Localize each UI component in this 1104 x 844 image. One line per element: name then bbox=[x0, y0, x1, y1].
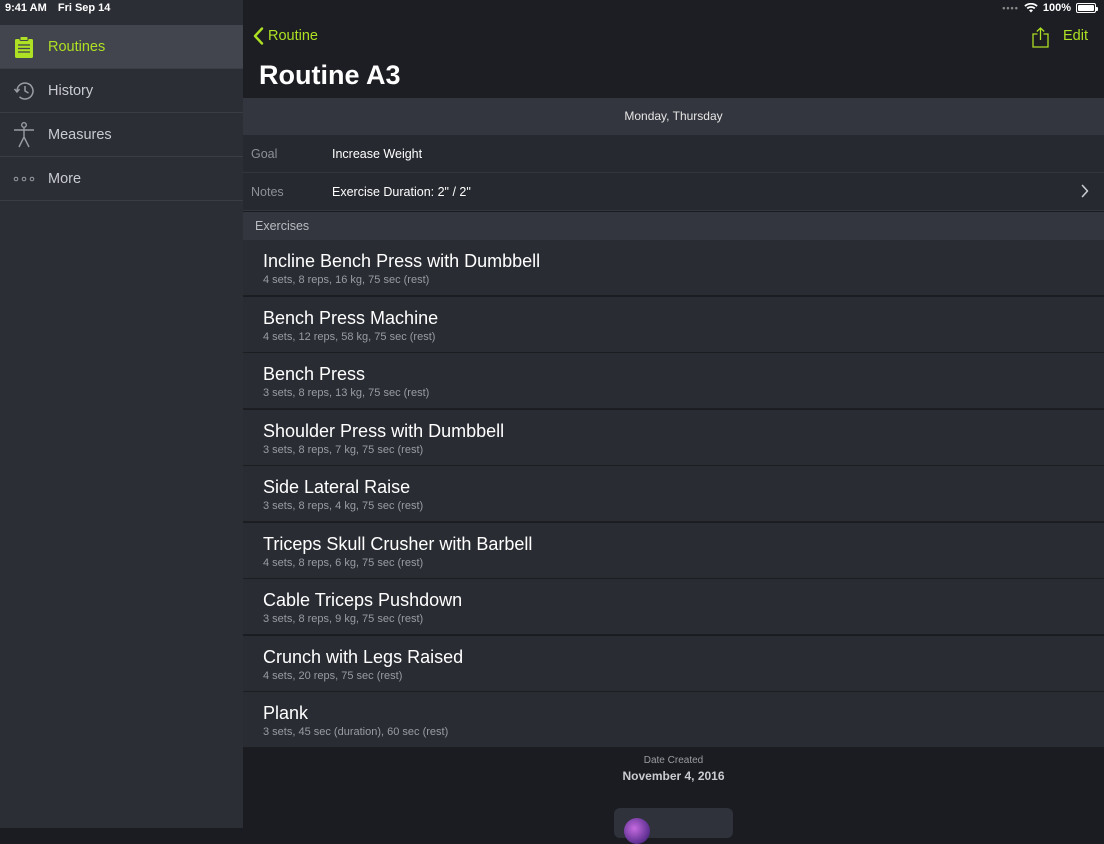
sidebar-item-label: Measures bbox=[48, 126, 112, 143]
goal-value: Increase Weight bbox=[332, 146, 423, 161]
sidebar-item-label: Routines bbox=[48, 38, 106, 55]
signal-dots-icon: •••• bbox=[1002, 3, 1019, 13]
notes-row[interactable]: Notes Exercise Duration: 2" / 2" bbox=[243, 173, 1104, 211]
exercise-detail: 3 sets, 8 reps, 7 kg, 75 sec (rest) bbox=[263, 443, 424, 456]
exercise-row[interactable]: Incline Bench Press with Dumbbell 4 sets… bbox=[243, 240, 1104, 296]
exercise-row[interactable]: Triceps Skull Crusher with Barbell 4 set… bbox=[243, 522, 1104, 579]
exercise-name: Side Lateral Raise bbox=[263, 477, 411, 497]
exercise-name: Shoulder Press with Dumbbell bbox=[263, 420, 505, 441]
exercise-row[interactable]: Plank 3 sets, 45 sec (duration), 60 sec … bbox=[243, 692, 1104, 748]
goal-row: Goal Increase Weight bbox=[243, 135, 1104, 173]
back-button[interactable]: Routine bbox=[253, 27, 318, 45]
goal-label: Goal bbox=[251, 146, 278, 161]
exercise-name: Crunch with Legs Raised bbox=[263, 646, 464, 667]
exercise-name: Incline Bench Press with Dumbbell bbox=[263, 251, 541, 271]
status-bar: 9:41 AM Fri Sep 14 •••• 100% bbox=[0, 0, 1104, 18]
body-figure-icon bbox=[14, 121, 34, 147]
exercise-name: Bench Press bbox=[263, 364, 366, 384]
sidebar-item-routines[interactable]: Routines bbox=[0, 25, 243, 69]
clipboard-icon bbox=[15, 35, 33, 58]
sidebar-item-measures[interactable]: Measures bbox=[0, 113, 243, 157]
exercise-name: Bench Press Machine bbox=[263, 307, 439, 328]
exercise-row[interactable]: Bench Press 3 sets, 8 reps, 13 kg, 75 se… bbox=[243, 353, 1104, 409]
exercise-detail: 4 sets, 12 reps, 58 kg, 75 sec (rest) bbox=[263, 330, 436, 343]
chevron-right-icon bbox=[1081, 184, 1089, 198]
page-title: Routine A3 bbox=[259, 60, 401, 90]
wifi-icon bbox=[1024, 3, 1038, 13]
exercise-name: Cable Triceps Pushdown bbox=[263, 590, 463, 610]
exercise-detail: 3 sets, 8 reps, 13 kg, 75 sec (rest) bbox=[263, 387, 430, 399]
exercise-detail: 4 sets, 20 reps, 75 sec (rest) bbox=[263, 669, 403, 682]
add-to-siri-button[interactable] bbox=[614, 808, 733, 844]
exercise-name: Triceps Skull Crusher with Barbell bbox=[263, 533, 533, 554]
sidebar-item-more[interactable]: More bbox=[0, 157, 243, 201]
exercise-row[interactable]: Side Lateral Raise 3 sets, 8 reps, 4 kg,… bbox=[243, 466, 1104, 522]
more-dots-icon bbox=[13, 176, 35, 181]
exercise-detail: 3 sets, 45 sec (duration), 60 sec (rest) bbox=[263, 726, 449, 738]
share-button[interactable] bbox=[1032, 27, 1049, 53]
clock-history-icon bbox=[13, 81, 34, 100]
share-icon bbox=[1032, 27, 1049, 48]
edit-button[interactable]: Edit bbox=[1063, 28, 1088, 44]
battery-icon bbox=[1076, 3, 1098, 13]
routine-days: Monday, Thursday bbox=[243, 98, 1104, 135]
back-label: Routine bbox=[268, 28, 318, 44]
exercise-row[interactable]: Crunch with Legs Raised 4 sets, 20 reps,… bbox=[243, 635, 1104, 692]
sidebar: Routines History Measures More bbox=[0, 0, 243, 828]
exercise-row[interactable]: Shoulder Press with Dumbbell 3 sets, 8 r… bbox=[243, 409, 1104, 466]
exercise-name: Plank bbox=[263, 703, 309, 723]
sidebar-item-history[interactable]: History bbox=[0, 69, 243, 113]
exercise-row[interactable]: Bench Press Machine 4 sets, 12 reps, 58 … bbox=[243, 296, 1104, 353]
battery-percent: 100% bbox=[1042, 2, 1071, 14]
sidebar-item-label: History bbox=[48, 82, 94, 99]
date-created-label: Date Created bbox=[643, 755, 704, 766]
notes-value: Exercise Duration: 2" / 2" bbox=[332, 184, 471, 199]
exercise-detail: 3 sets, 8 reps, 4 kg, 75 sec (rest) bbox=[263, 500, 424, 512]
exercise-detail: 4 sets, 8 reps, 6 kg, 75 sec (rest) bbox=[263, 556, 424, 569]
exercises-header: Exercises bbox=[243, 212, 1104, 240]
routine-detail: Routine Edit Routine A3 Monday, Thursday… bbox=[243, 0, 1104, 844]
status-date: Fri Sep 14 bbox=[57, 2, 111, 14]
exercise-detail: 4 sets, 8 reps, 16 kg, 75 sec (rest) bbox=[263, 274, 430, 286]
chevron-left-icon bbox=[253, 27, 264, 45]
notes-label: Notes bbox=[251, 184, 284, 199]
date-created: Date Created November 4, 2016 bbox=[243, 755, 1104, 783]
date-created-value: November 4, 2016 bbox=[622, 769, 725, 783]
sidebar-item-label: More bbox=[48, 170, 82, 187]
exercise-row[interactable]: Cable Triceps Pushdown 3 sets, 8 reps, 9… bbox=[243, 579, 1104, 635]
siri-orb-icon bbox=[624, 818, 650, 844]
status-time: 9:41 AM bbox=[5, 2, 47, 14]
exercise-detail: 3 sets, 8 reps, 9 kg, 75 sec (rest) bbox=[263, 613, 424, 625]
